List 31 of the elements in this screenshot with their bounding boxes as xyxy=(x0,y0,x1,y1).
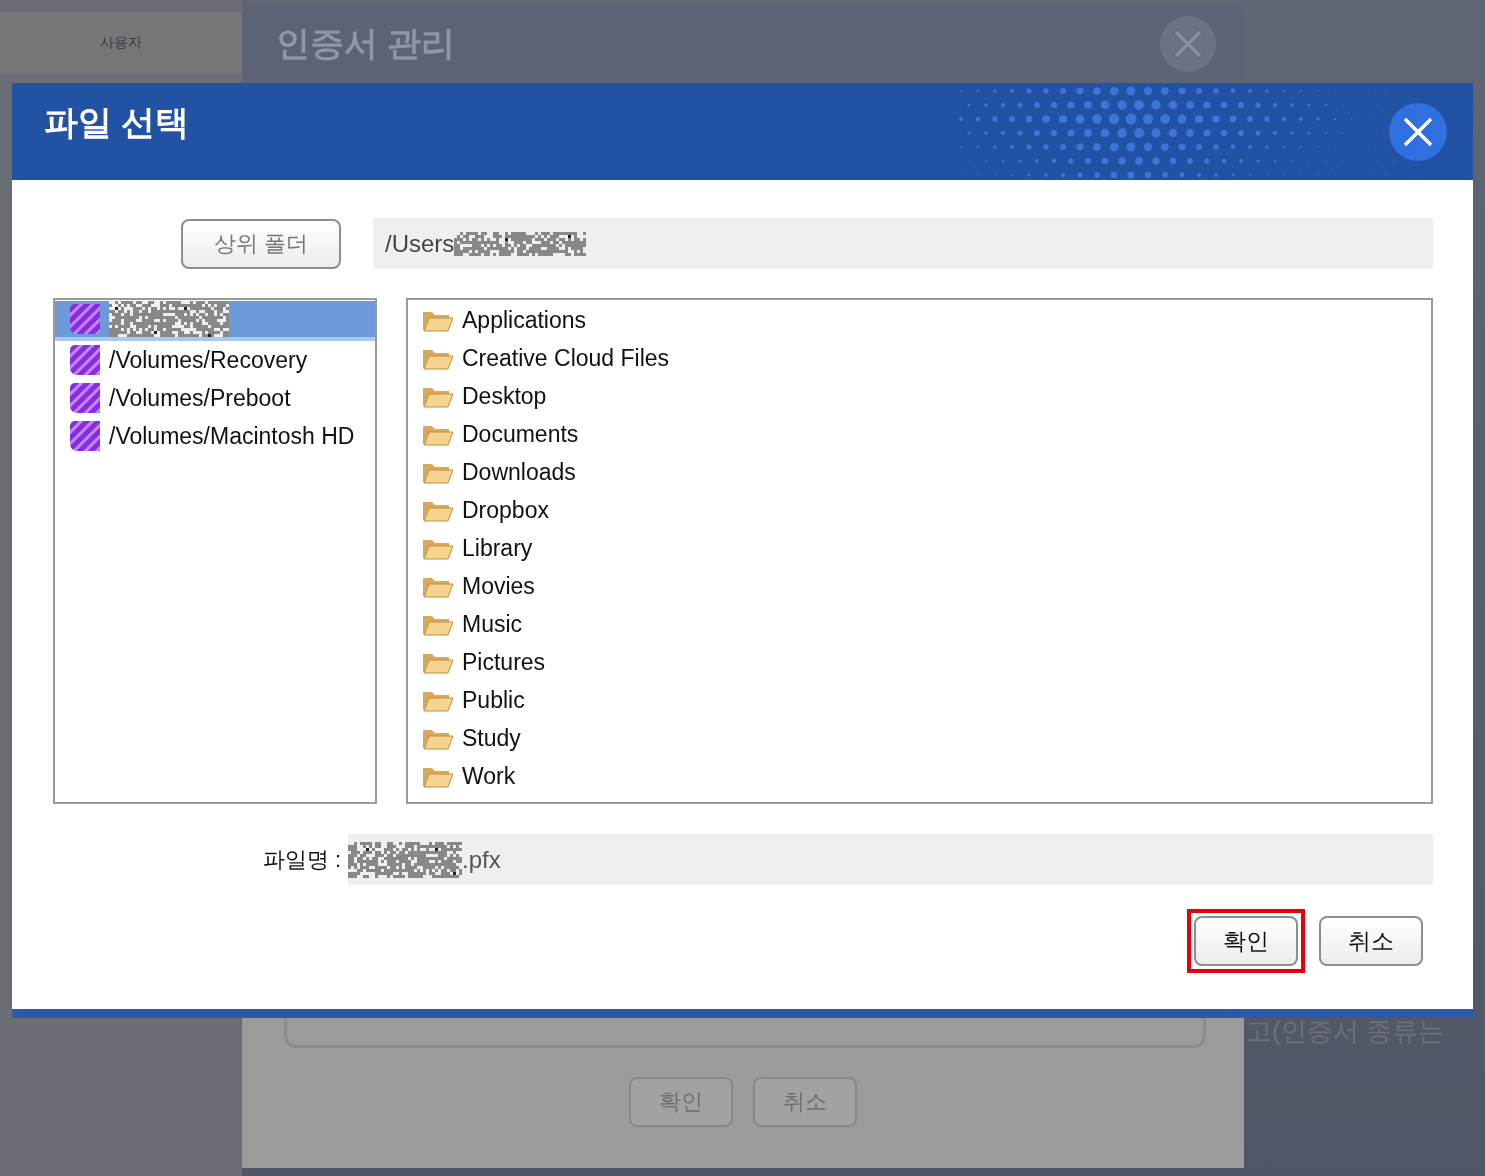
drive-icon xyxy=(69,382,101,414)
folder-item[interactable]: Dropbox xyxy=(408,491,1431,529)
volume-item[interactable]: /Volumes/Preboot xyxy=(55,379,375,417)
dialog-title: 파일 선택 xyxy=(44,101,190,143)
folder-item[interactable]: Creative Cloud Files xyxy=(408,339,1431,377)
folder-item[interactable]: Work xyxy=(408,757,1431,795)
path-field[interactable]: /Users xyxy=(373,218,1433,269)
drive-icon xyxy=(69,420,101,452)
filename-field[interactable]: .pfx xyxy=(348,834,1433,885)
parent-folder-button[interactable]: 상위 폴더 xyxy=(181,218,341,269)
drive-icon xyxy=(69,344,101,376)
folder-item[interactable]: Movies xyxy=(408,567,1431,605)
cancel-button[interactable]: 취소 xyxy=(1319,916,1423,966)
folder-item[interactable]: Documents xyxy=(408,415,1431,453)
sidebar-label: 사용자 xyxy=(100,34,142,52)
folder-item[interactable]: Music xyxy=(408,605,1431,643)
folder-item[interactable]: Pictures xyxy=(408,643,1431,681)
folder-item[interactable]: Downloads xyxy=(408,453,1431,491)
drive-icon xyxy=(69,303,101,335)
close-icon xyxy=(1403,116,1433,147)
close-icon xyxy=(1173,29,1203,59)
folder-item[interactable]: Public xyxy=(408,681,1431,719)
folder-item[interactable]: Study xyxy=(408,719,1431,757)
volume-item[interactable] xyxy=(55,301,375,341)
volume-item[interactable]: /Volumes/Macintosh HD xyxy=(55,417,375,455)
volume-item[interactable]: /Volumes/Recovery xyxy=(55,341,375,379)
confirm-button[interactable]: 확인 xyxy=(1194,916,1298,966)
folder-item[interactable]: Applications xyxy=(408,301,1431,339)
folder-item[interactable]: Library xyxy=(408,529,1431,567)
folder-item[interactable]: Desktop xyxy=(408,377,1431,415)
filename-label: 파일명 : xyxy=(261,845,342,874)
